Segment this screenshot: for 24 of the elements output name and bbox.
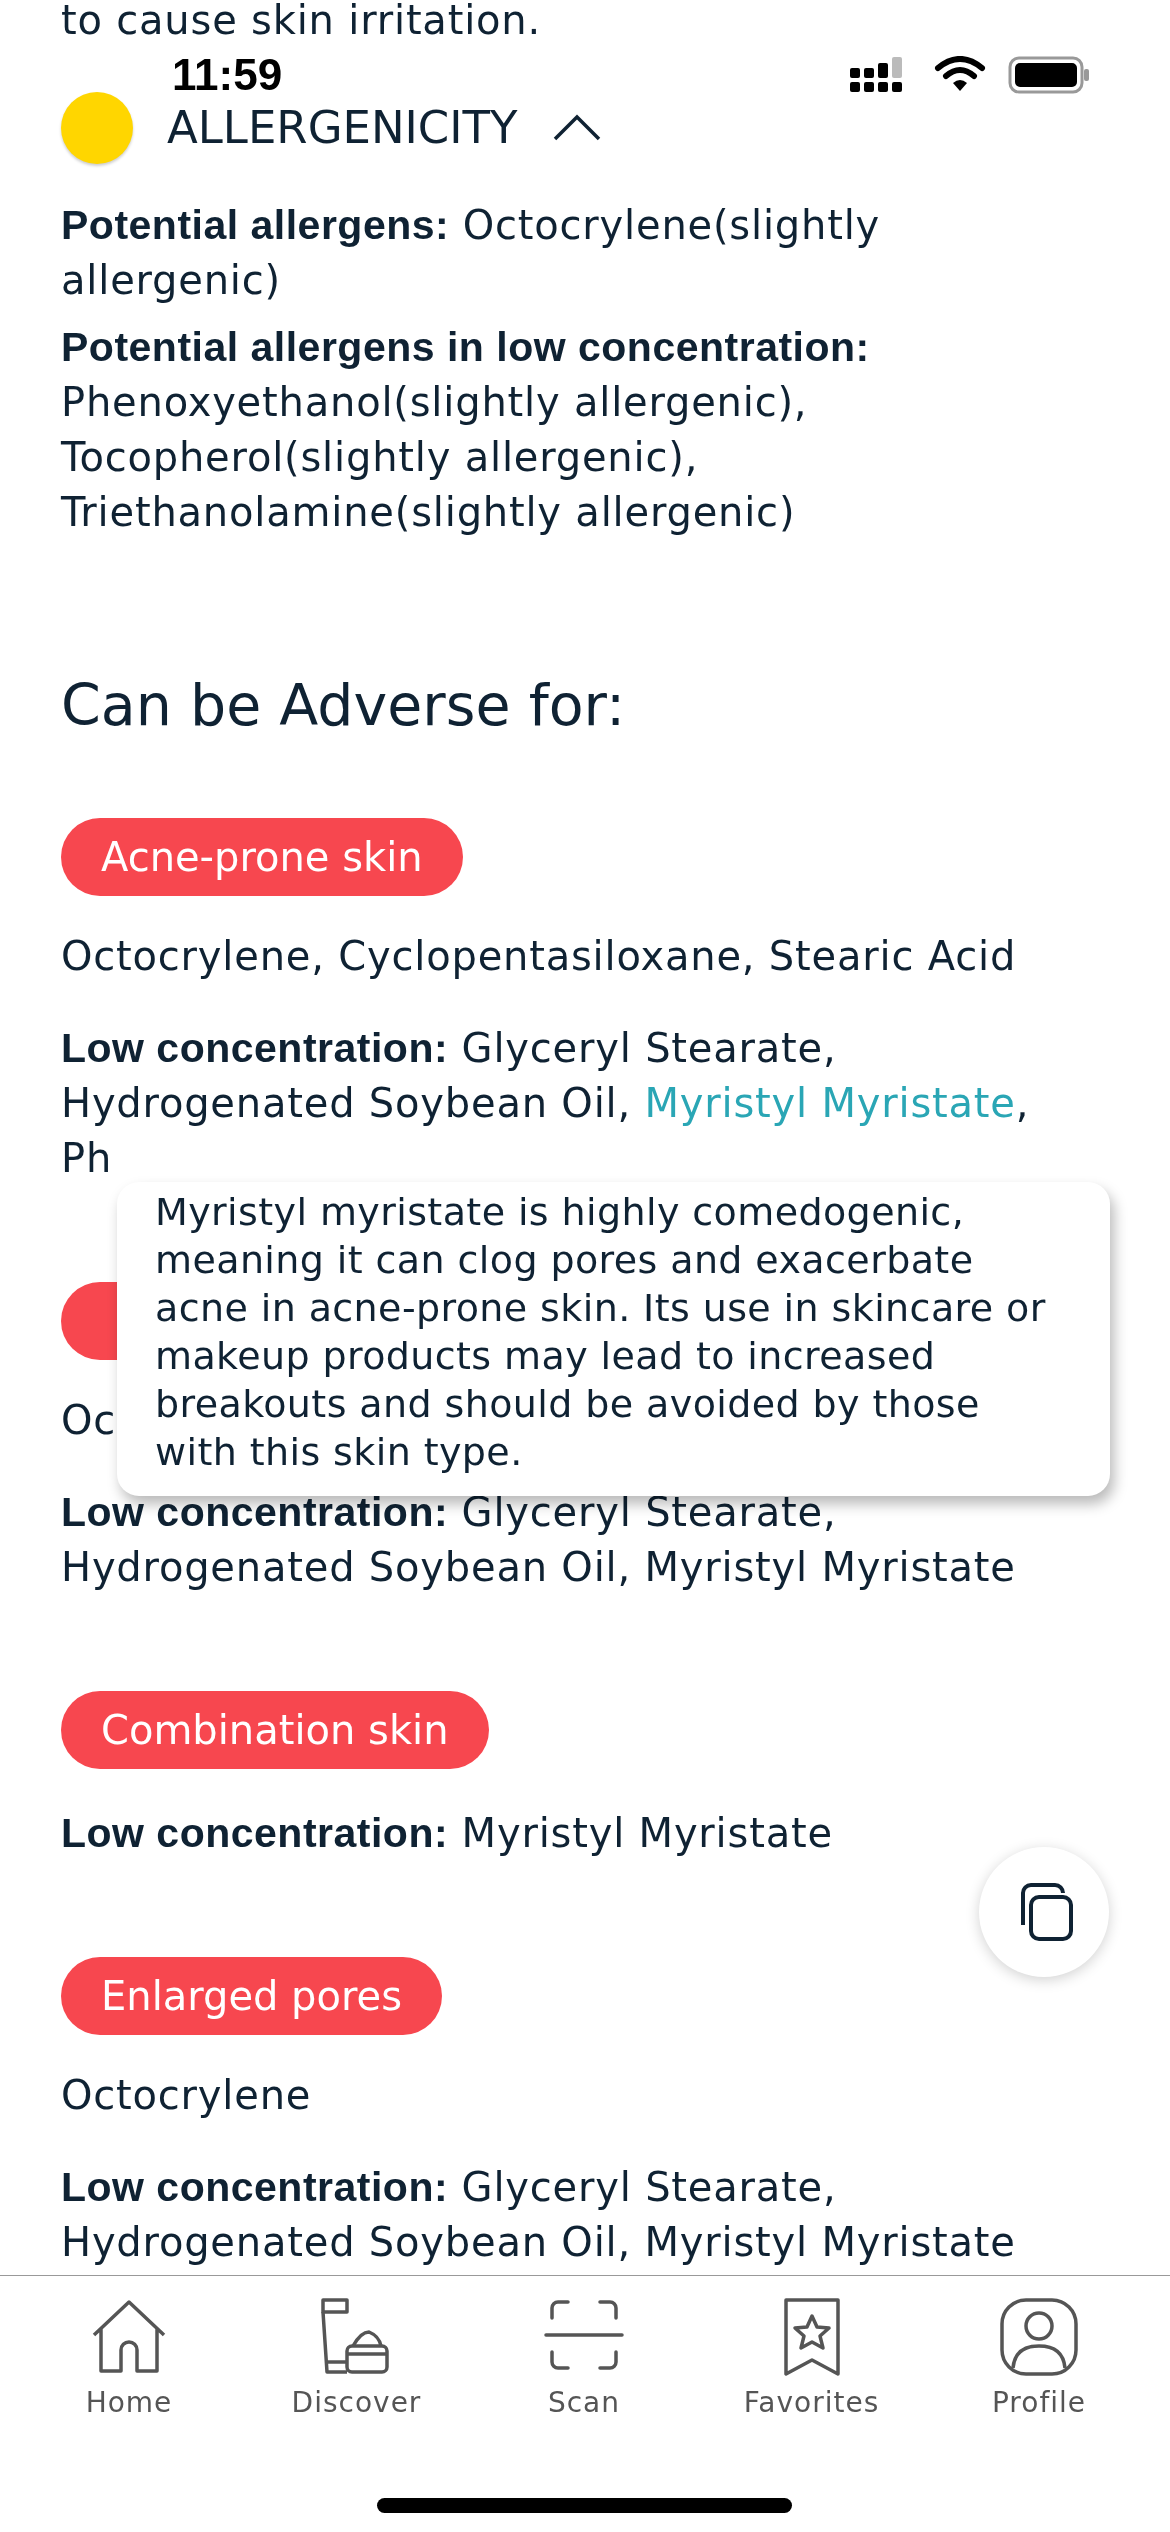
tab-button[interactable]: Home <box>44 2298 214 2428</box>
section-heading: Can be Adverse for: <box>61 671 627 740</box>
tab-button[interactable]: Scan <box>499 2298 669 2428</box>
status-dot <box>61 92 133 164</box>
tab-button[interactable]: Profile <box>954 2298 1124 2428</box>
skin-type-tag: Acne-prone skin <box>61 818 463 896</box>
ingredient-list: Low concentration: Myristyl Myristate <box>61 1806 1112 1861</box>
profile-icon <box>999 2298 1079 2378</box>
chevron-button[interactable] <box>551 113 602 143</box>
allergen-text: Potential allergens in low concentration: Phenoxyethanol(slightly allergenic), Tocopherol(slightly allergenic), Triethanolamine(slightly allergenic) <box>61 323 871 537</box>
ingredient-list: Octocrylene, Cyclopentasiloxane, Stearic Acid <box>61 929 1017 984</box>
ingredient-list: Low concentration: Glyceryl Stearate, Hydrogenated Soybean Oil, Myristyl Myristate <box>61 2160 1112 2270</box>
ingredient-list: Oc <box>61 1393 117 1448</box>
body-text: to cause skin irritation. <box>61 0 543 40</box>
tab-button[interactable]: Favorites <box>726 2298 897 2428</box>
ingredient-list: Octocrylene <box>61 2068 312 2123</box>
tab-button[interactable]: Discover <box>271 2298 442 2428</box>
allergen-text: Potential allergens: Octocrylene(slightly allergenic) <box>61 201 882 305</box>
tooltip: Myristyl myristate is highly comedogenic, meaning it can clog pores and exacerbate acne in acne-prone skin. Its use in skincare or makeup products may lead to increased breakouts and should be avoided by those with this skin type. <box>117 1182 1110 1496</box>
battery-icon <box>1008 56 1090 94</box>
skin-type-tag: Combination skin <box>61 1691 489 1769</box>
skin-type-tag: Enlarged pores <box>61 1957 442 2035</box>
status-time: 11:59 <box>172 49 283 101</box>
section-title: ALLERGENICITY <box>167 100 518 156</box>
